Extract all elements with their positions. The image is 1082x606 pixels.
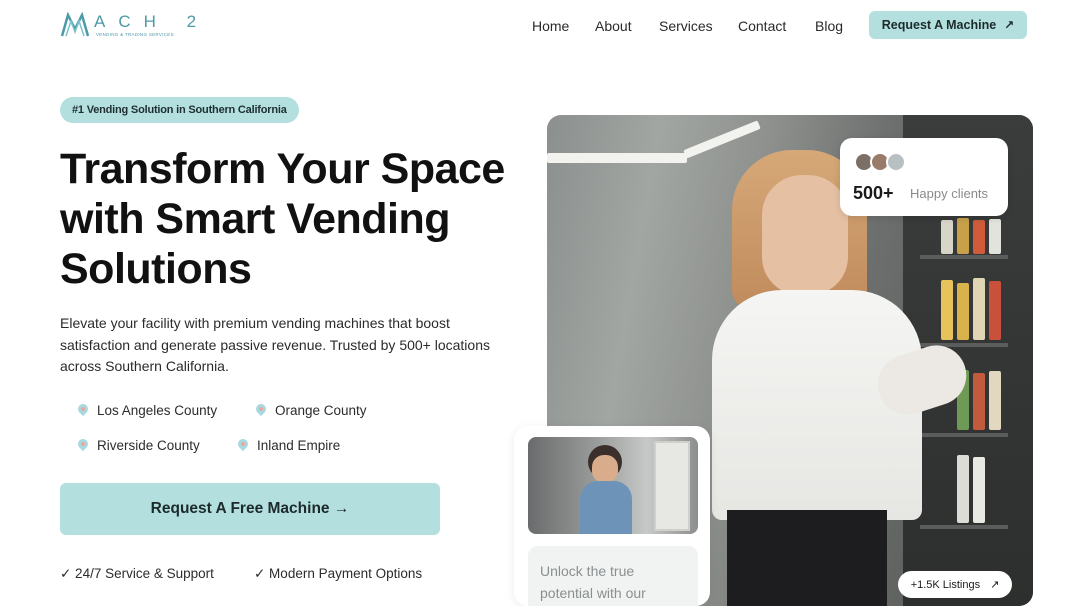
ceiling-light bbox=[683, 120, 761, 159]
feature-payment: ✓ Modern Payment Options bbox=[254, 566, 423, 581]
location-label: Los Angeles County bbox=[97, 403, 218, 418]
map-pin-icon bbox=[236, 439, 250, 453]
logo-mark-icon bbox=[60, 12, 90, 37]
location-label: Riverside County bbox=[97, 438, 200, 453]
nav-services[interactable]: Services bbox=[659, 16, 713, 36]
location-label: Orange County bbox=[275, 403, 367, 418]
clients-label: Happy clients bbox=[910, 186, 989, 201]
hero-badge: #1 Vending Solution in Southern Californ… bbox=[60, 97, 299, 123]
listings-badge[interactable]: +1.5K Listings ↗ bbox=[898, 571, 1012, 598]
product-can bbox=[989, 371, 1001, 430]
person-face bbox=[762, 175, 848, 295]
vending-shelf bbox=[920, 525, 1008, 529]
product-can bbox=[973, 457, 985, 523]
location-item: Orange County bbox=[254, 403, 367, 418]
location-label: Inland Empire bbox=[257, 438, 341, 453]
hero-title: Transform Your Space with Smart Vending … bbox=[60, 145, 505, 293]
vending-machine bbox=[654, 441, 690, 531]
product-can bbox=[957, 283, 969, 340]
product-can bbox=[941, 280, 953, 340]
thumbnail-image bbox=[528, 437, 698, 534]
product-can bbox=[973, 220, 985, 254]
arrow-up-right-icon: ↗ bbox=[990, 579, 1000, 591]
product-can bbox=[973, 373, 985, 430]
nav-blog[interactable]: Blog bbox=[815, 16, 843, 36]
map-pin-icon bbox=[76, 439, 90, 453]
person-pants bbox=[727, 510, 887, 606]
request-machine-label: Request A Machine bbox=[881, 18, 997, 32]
map-pin-icon bbox=[254, 404, 268, 418]
request-machine-button[interactable]: Request A Machine ↗ bbox=[869, 11, 1027, 39]
product-can bbox=[957, 455, 969, 523]
logo-wordmark: ACH 2 bbox=[94, 11, 210, 31]
nav-about[interactable]: About bbox=[595, 16, 632, 36]
testimonial-card: Unlock the true potential with our bbox=[514, 426, 710, 606]
person-face bbox=[592, 455, 618, 483]
vending-shelf bbox=[920, 255, 1008, 259]
request-free-machine-button[interactable]: Request A Free Machine → bbox=[60, 483, 440, 535]
brand-logo[interactable]: ACH 2 VENDING & TRADING SERVICES bbox=[60, 12, 209, 38]
product-can bbox=[989, 281, 1001, 340]
feature-support: ✓ 24/7 Service & Support bbox=[60, 566, 214, 581]
vending-shelf bbox=[920, 433, 1008, 437]
nav-contact[interactable]: Contact bbox=[738, 16, 786, 36]
product-can bbox=[941, 220, 953, 254]
clients-count: 500+ bbox=[853, 183, 894, 203]
listings-label: +1.5K Listings bbox=[910, 578, 981, 591]
ceiling-light bbox=[547, 153, 687, 163]
person-shirt bbox=[580, 481, 632, 534]
location-item: Los Angeles County bbox=[76, 403, 217, 418]
product-can bbox=[957, 218, 969, 254]
arrow-up-right-icon: ↗ bbox=[1004, 18, 1015, 32]
location-item: Inland Empire bbox=[236, 438, 340, 453]
hero-description: Elevate your facility with premium vendi… bbox=[60, 315, 490, 374]
happy-clients-card: 500+ Happy clients bbox=[840, 138, 1008, 216]
location-item: Riverside County bbox=[76, 438, 200, 453]
map-pin-icon bbox=[76, 404, 90, 418]
nav-home[interactable]: Home bbox=[532, 16, 569, 36]
product-can bbox=[989, 219, 1001, 254]
logo-tagline: VENDING & TRADING SERVICES bbox=[96, 31, 174, 37]
testimonial-text: Unlock the true potential with our bbox=[528, 546, 698, 606]
avatar bbox=[886, 152, 906, 172]
product-can bbox=[973, 278, 985, 340]
client-avatars bbox=[854, 152, 906, 172]
